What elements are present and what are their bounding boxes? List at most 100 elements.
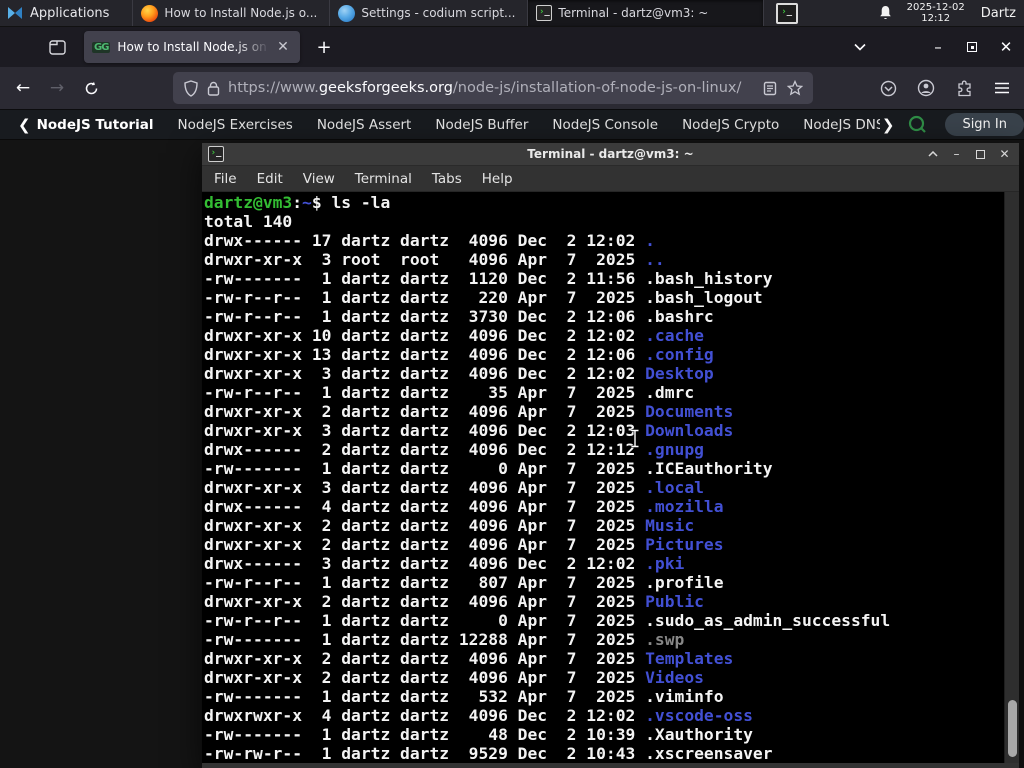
file-attributes: -rw-r--r-- 1 dartz dartz 220 Apr 7 2025 — [204, 288, 646, 307]
terminal-icon: ›_ — [536, 5, 553, 21]
terminal-output-line: drwxr-xr-x 3 dartz dartz 4096 Dec 2 12:0… — [204, 364, 1003, 383]
url-path: /node-js/installation-of-node-js-on-linu… — [452, 80, 742, 96]
tab-close-icon[interactable]: ✕ — [274, 39, 292, 55]
new-tab-button[interactable]: + — [310, 33, 338, 61]
directory-name: .local — [645, 478, 704, 497]
file-name: .viminfo — [645, 687, 724, 706]
terminal-scrollbar-thumb[interactable] — [1008, 700, 1017, 757]
browser-tab-active[interactable]: GG How to Install Node.js on ✕ — [84, 31, 300, 63]
nav-item-nodejs-dns[interactable]: NodeJS DNS — [803, 117, 880, 133]
file-attributes: -rw-r--r-- 1 dartz dartz 3730 Dec 2 12:0… — [204, 307, 646, 326]
terminal-bottom-edge[interactable] — [202, 763, 1019, 768]
forward-button[interactable]: → — [42, 73, 72, 103]
file-attributes: -rw------- 1 dartz dartz 532 Apr 7 2025 — [204, 687, 646, 706]
tray-terminal-icon[interactable]: ›_ — [775, 2, 798, 24]
terminal-output-line: -rw-r--r-- 1 dartz dartz 807 Apr 7 2025 … — [204, 573, 1003, 592]
terminal-output-line: drwxr-xr-x 2 dartz dartz 4096 Apr 7 2025… — [204, 402, 1003, 421]
terminal-output-line: drwxr-xr-x 3 dartz dartz 4096 Apr 7 2025… — [204, 478, 1003, 497]
clock-time: 12:12 — [921, 13, 951, 24]
url-text[interactable]: https://www.geeksforgeeks.org/node-js/in… — [228, 80, 753, 96]
nav-item-nodejs-buffer[interactable]: NodeJS Buffer — [435, 117, 528, 133]
terminal-maximize-button[interactable] — [974, 148, 987, 161]
hamburger-menu-icon[interactable] — [987, 73, 1017, 103]
terminal-prompt-line: dartz@vm3:~$ ls -la — [204, 193, 391, 212]
directory-name: .cache — [645, 326, 704, 345]
firefox-view-icon[interactable] — [44, 34, 70, 60]
directory-name: Downloads — [645, 421, 734, 440]
terminal-total-line: total 140 — [204, 212, 293, 231]
terminal-menu-help[interactable]: Help — [472, 171, 523, 187]
panel-clock[interactable]: 2025-12-02 12:12 — [907, 2, 965, 24]
terminal-content[interactable]: dartz@vm3:~$ ls -la total 140 drwx------… — [202, 192, 1019, 763]
terminal-output-line: drwxr-xr-x 3 root root 4096 Apr 7 2025 .… — [204, 250, 1003, 269]
file-attributes: drwxr-xr-x 10 dartz dartz 4096 Dec 2 12:… — [204, 326, 646, 345]
file-attributes: -rw-r--r-- 1 dartz dartz 35 Apr 7 2025 — [204, 383, 646, 402]
terminal-menu-edit[interactable]: Edit — [247, 171, 293, 187]
terminal-scrollbar[interactable] — [1004, 192, 1019, 763]
nav-back-chevron-icon[interactable]: ❮ — [18, 116, 31, 134]
bookmark-star-icon[interactable] — [787, 80, 803, 96]
taskbar-button-label: Terminal - dartz@vm3: ~ — [558, 6, 709, 20]
file-attributes: drwxr-xr-x 2 dartz dartz 4096 Apr 7 2025 — [204, 649, 646, 668]
url-domain: geeksforgeeks.org — [318, 80, 453, 96]
terminal-output-line: drwx------ 2 dartz dartz 4096 Dec 2 12:1… — [204, 440, 1003, 459]
terminal-output: dartz@vm3:~$ ls -la total 140 drwx------… — [204, 193, 1003, 763]
window-close-button[interactable]: ✕ — [992, 33, 1020, 61]
terminal-output-line: drwxr-xr-x 2 dartz dartz 4096 Apr 7 2025… — [204, 649, 1003, 668]
file-name: .ICEauthority — [645, 459, 773, 478]
terminal-output-line: -rw-r--r-- 1 dartz dartz 0 Apr 7 2025 .s… — [204, 611, 1003, 630]
site-search-icon[interactable] — [908, 115, 927, 134]
terminal-window-title: Terminal - dartz@vm3: ~ — [527, 147, 694, 161]
list-all-tabs-chevron-icon[interactable] — [846, 33, 874, 61]
window-maximize-button[interactable] — [958, 33, 986, 61]
file-name: .bash_history — [645, 269, 773, 288]
terminal-close-button[interactable]: ✕ — [998, 147, 1011, 161]
nav-item-nodejs-console[interactable]: NodeJS Console — [552, 117, 658, 133]
applications-menu-button[interactable]: Applications — [0, 0, 132, 26]
url-bar[interactable]: https://www.geeksforgeeks.org/node-js/in… — [173, 72, 813, 104]
taskbar-window-buttons: How to Install Node.js o... Settings - co… — [132, 0, 765, 26]
terminal-output-line: drwxr-xr-x 3 dartz dartz 4096 Dec 2 12:0… — [204, 421, 1003, 440]
reader-mode-icon[interactable] — [763, 81, 777, 96]
terminal-menu-terminal[interactable]: Terminal — [345, 171, 422, 187]
terminal-menu-file[interactable]: File — [204, 171, 247, 187]
taskbar-button-firefox[interactable]: How to Install Node.js o... — [132, 0, 331, 26]
nav-item-nodejs-crypto[interactable]: NodeJS Crypto — [682, 117, 779, 133]
gfg-subheader-nav: ❮ NodeJS Tutorial NodeJS Exercises NodeJS… — [0, 110, 1024, 140]
terminal-shade-button[interactable] — [926, 148, 939, 161]
account-icon[interactable] — [911, 73, 941, 103]
terminal-menu-tabs[interactable]: Tabs — [422, 171, 472, 187]
reload-button[interactable] — [76, 73, 106, 103]
terminal-output-line: -rw-r--r-- 1 dartz dartz 35 Apr 7 2025 .… — [204, 383, 1003, 402]
taskbar-button-terminal[interactable]: ›_ Terminal - dartz@vm3: ~ — [528, 0, 765, 26]
nav-next-chevron-icon[interactable]: ❯ — [882, 116, 895, 134]
terminal-output-line: -rw------- 1 dartz dartz 532 Apr 7 2025 … — [204, 687, 1003, 706]
tracking-protection-shield-icon[interactable] — [183, 79, 199, 97]
sign-in-button[interactable]: Sign In — [945, 113, 1024, 136]
terminal-output-line: drwxr-xr-x 2 dartz dartz 4096 Apr 7 2025… — [204, 668, 1003, 687]
nav-item-nodejs-exercises[interactable]: NodeJS Exercises — [178, 117, 293, 133]
terminal-output-line: drwxr-xr-x 13 dartz dartz 4096 Dec 2 12:… — [204, 345, 1003, 364]
nav-item-nodejs-assert[interactable]: NodeJS Assert — [317, 117, 412, 133]
file-attributes: -rw-r--r-- 1 dartz dartz 0 Apr 7 2025 — [204, 611, 646, 630]
terminal-menu-view[interactable]: View — [293, 171, 345, 187]
taskbar-button-vscodium[interactable]: Settings - codium script... — [330, 0, 529, 26]
extensions-puzzle-icon[interactable] — [949, 73, 979, 103]
nav-item-nodejs-tutorial[interactable]: NodeJS Tutorial — [37, 117, 154, 133]
file-attributes: -rw-rw-r-- 1 dartz dartz 9529 Dec 2 10:4… — [204, 744, 646, 763]
terminal-minimize-button[interactable]: – — [950, 147, 963, 161]
terminal-output-line: -rw------- 1 dartz dartz 48 Dec 2 10:39 … — [204, 725, 1003, 744]
directory-name: .. — [645, 250, 665, 269]
browser-navigation-bar: ← → https://www.geeksforgeeks.org/node-j… — [0, 67, 1024, 110]
terminal-output-line: drwxr-xr-x 2 dartz dartz 4096 Apr 7 2025… — [204, 535, 1003, 554]
notifications-bell-icon[interactable] — [878, 5, 893, 21]
directory-name: .gnupg — [645, 440, 704, 459]
back-button[interactable]: ← — [8, 73, 38, 103]
window-minimize-button[interactable]: – — [924, 33, 952, 61]
directory-name: Pictures — [645, 535, 724, 554]
https-lock-icon[interactable] — [207, 81, 220, 96]
file-attributes: -rw------- 1 dartz dartz 1120 Dec 2 11:5… — [204, 269, 646, 288]
file-name: .Xauthority — [645, 725, 753, 744]
terminal-title-bar[interactable]: ›_ Terminal - dartz@vm3: ~ – ✕ — [202, 143, 1019, 166]
pocket-icon[interactable] — [873, 73, 903, 103]
